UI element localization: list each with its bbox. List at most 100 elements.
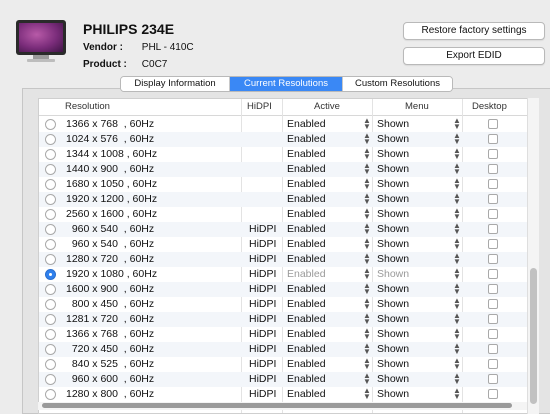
active-select[interactable]: Enabled [287,373,326,385]
resolution-radio[interactable] [45,359,56,370]
table-row[interactable]: 1024 x 576 , 60Hz Enabled ▲ ▼ Shown ▲ ▼ [39,132,527,147]
resolution-radio[interactable] [45,284,56,295]
active-select[interactable]: Enabled [287,148,326,160]
menu-select[interactable]: Shown [377,118,409,130]
column-header-desktop[interactable]: Desktop [472,101,507,112]
desktop-checkbox[interactable] [488,299,498,309]
desktop-checkbox[interactable] [488,344,498,354]
resolution-radio[interactable] [45,134,56,145]
menu-select[interactable]: Shown [377,163,409,175]
menu-select[interactable]: Shown [377,148,409,160]
table-row[interactable]: 1281 x 720 , 60Hz HiDPI Enabled ▲ ▼ Shown ▲ ▼ [39,312,527,327]
desktop-checkbox[interactable] [488,179,498,189]
resolution-radio[interactable] [45,299,56,310]
desktop-checkbox[interactable] [488,359,498,369]
active-select[interactable]: Enabled [287,388,326,400]
menu-select[interactable]: Shown [377,193,409,205]
horizontal-scrollbar[interactable] [38,402,527,410]
active-select[interactable]: Enabled [287,343,326,355]
table-row[interactable]: 1440 x 900 , 60Hz Enabled ▲ ▼ Shown ▲ ▼ [39,162,527,177]
active-select[interactable]: Enabled [287,238,326,250]
active-select[interactable]: Enabled [287,283,326,295]
resolution-radio[interactable] [45,239,56,250]
vertical-scroll-thumb[interactable] [530,268,537,404]
desktop-checkbox[interactable] [488,284,498,294]
table-row[interactable]: 800 x 450 , 60Hz HiDPI Enabled ▲ ▼ Shown ▲ ▼ [39,297,527,312]
resolution-radio[interactable] [45,194,56,205]
resolution-radio[interactable] [45,164,56,175]
resolution-radio[interactable] [45,389,56,400]
menu-select[interactable]: Shown [377,358,409,370]
active-select[interactable]: Enabled [287,178,326,190]
desktop-checkbox[interactable] [488,329,498,339]
active-select[interactable]: Enabled [287,133,326,145]
tab-custom-resolutions[interactable]: Custom Resolutions [343,77,452,91]
desktop-checkbox[interactable] [488,119,498,129]
desktop-checkbox[interactable] [488,269,498,279]
menu-select[interactable]: Shown [377,223,409,235]
desktop-checkbox[interactable] [488,164,498,174]
resolution-radio[interactable] [45,119,56,130]
table-row[interactable]: 1680 x 1050 , 60Hz Enabled ▲ ▼ Shown ▲ ▼ [39,177,527,192]
resolution-radio[interactable] [45,374,56,385]
menu-select[interactable]: Shown [377,253,409,265]
menu-select[interactable]: Shown [377,283,409,295]
menu-select[interactable]: Shown [377,208,409,220]
desktop-checkbox[interactable] [488,134,498,144]
menu-select[interactable]: Shown [377,298,409,310]
column-header-active[interactable]: Active [314,101,340,112]
column-header-menu[interactable]: Menu [405,101,429,112]
vertical-scrollbar[interactable] [527,98,539,414]
table-row[interactable]: 1920 x 1080 , 60Hz HiDPI Enabled ▲ ▼ Shown ▲ ▼ [39,267,527,282]
menu-select[interactable]: Shown [377,328,409,340]
resolution-radio[interactable] [45,314,56,325]
table-row[interactable]: 1600 x 900 , 60Hz HiDPI Enabled ▲ ▼ Shown ▲ ▼ [39,282,527,297]
active-select[interactable]: Enabled [287,268,326,280]
menu-select[interactable]: Shown [377,313,409,325]
menu-select[interactable]: Shown [377,268,409,280]
desktop-checkbox[interactable] [488,239,498,249]
desktop-checkbox[interactable] [488,209,498,219]
active-select[interactable]: Enabled [287,163,326,175]
desktop-checkbox[interactable] [488,194,498,204]
menu-select[interactable]: Shown [377,133,409,145]
export-edid-button[interactable]: Export EDID [403,47,545,65]
desktop-checkbox[interactable] [488,149,498,159]
table-row[interactable]: 960 x 540 , 60Hz HiDPI Enabled ▲ ▼ Shown ▲ ▼ [39,222,527,237]
resolution-radio[interactable] [45,269,56,280]
active-select[interactable]: Enabled [287,298,326,310]
active-select[interactable]: Enabled [287,223,326,235]
menu-select[interactable]: Shown [377,238,409,250]
table-row[interactable]: 1366 x 768 , 60Hz Enabled ▲ ▼ Shown ▲ ▼ [39,117,527,132]
resolution-radio[interactable] [45,209,56,220]
restore-factory-settings-button[interactable]: Restore factory settings [403,22,545,40]
menu-select[interactable]: Shown [377,178,409,190]
table-row[interactable]: 960 x 600 , 60Hz HiDPI Enabled ▲ ▼ Shown ▲ ▼ [39,372,527,387]
table-row[interactable]: 1280 x 800 , 60Hz HiDPI Enabled ▲ ▼ Shown ▲ ▼ [39,387,527,402]
active-select[interactable]: Enabled [287,328,326,340]
menu-select[interactable]: Shown [377,388,409,400]
desktop-checkbox[interactable] [488,389,498,399]
active-select[interactable]: Enabled [287,313,326,325]
table-row[interactable]: 840 x 525 , 60Hz HiDPI Enabled ▲ ▼ Shown ▲ ▼ [39,357,527,372]
active-select[interactable]: Enabled [287,208,326,220]
table-row[interactable]: 720 x 450 , 60Hz HiDPI Enabled ▲ ▼ Shown ▲ ▼ [39,342,527,357]
desktop-checkbox[interactable] [488,254,498,264]
desktop-checkbox[interactable] [488,374,498,384]
menu-select[interactable]: Shown [377,343,409,355]
table-row[interactable]: 1920 x 1200 , 60Hz Enabled ▲ ▼ Shown ▲ ▼ [39,192,527,207]
resolution-radio[interactable] [45,329,56,340]
horizontal-scroll-thumb[interactable] [42,403,512,408]
active-select[interactable]: Enabled [287,358,326,370]
active-select[interactable]: Enabled [287,118,326,130]
table-row[interactable]: 1366 x 768 , 60Hz HiDPI Enabled ▲ ▼ Shown ▲ ▼ [39,327,527,342]
active-select[interactable]: Enabled [287,253,326,265]
active-select[interactable]: Enabled [287,193,326,205]
column-header-hidpi[interactable]: HiDPI [247,101,272,112]
table-row[interactable]: 960 x 540 , 60Hz HiDPI Enabled ▲ ▼ Shown ▲ ▼ [39,237,527,252]
tab-display-information[interactable]: Display Information [121,77,230,91]
resolution-radio[interactable] [45,254,56,265]
desktop-checkbox[interactable] [488,314,498,324]
resolution-radio[interactable] [45,344,56,355]
desktop-checkbox[interactable] [488,224,498,234]
